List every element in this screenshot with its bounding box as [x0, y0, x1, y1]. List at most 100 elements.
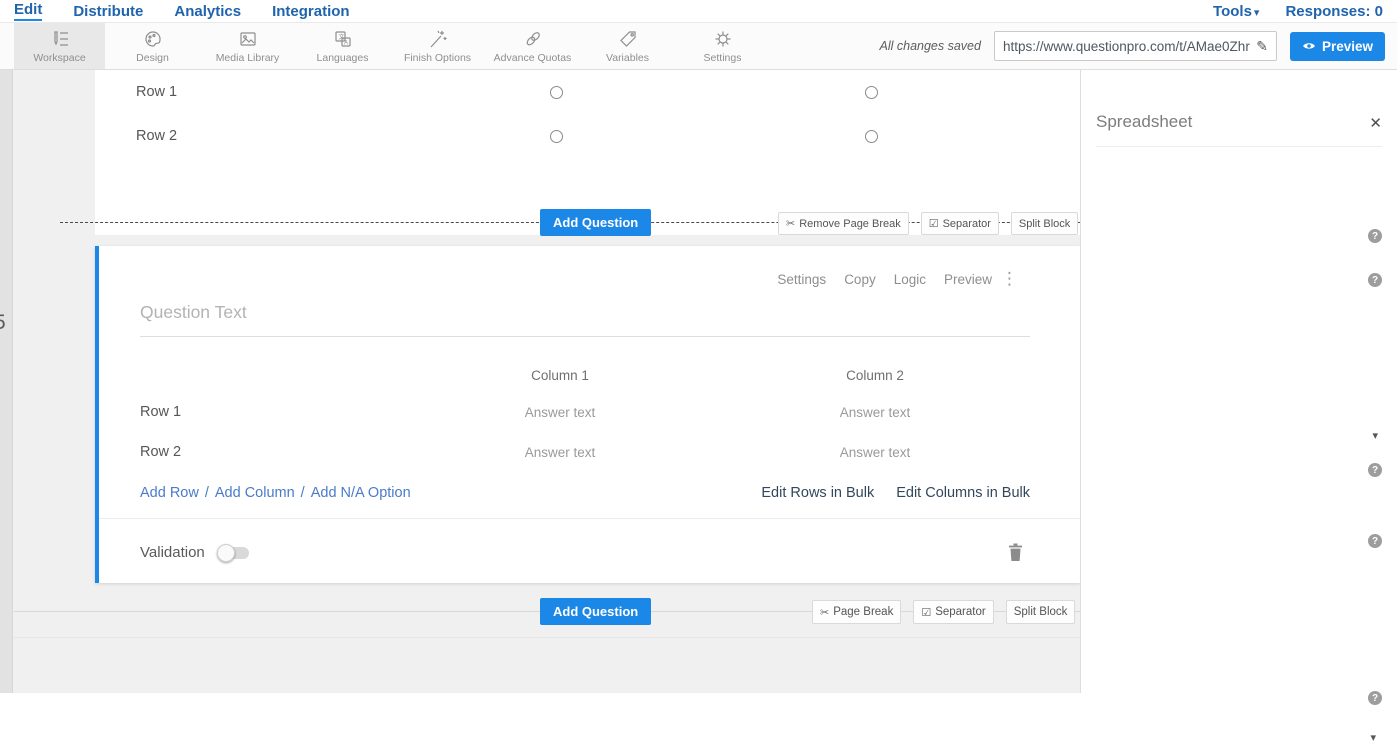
editor-divider — [99, 518, 1080, 519]
answer-text-cell[interactable]: Answer text — [710, 392, 1040, 432]
chevron-down-icon[interactable]: ▾ — [1370, 731, 1376, 744]
save-status: All changes saved — [880, 39, 981, 53]
matrix-row: Row 1 Answer text Answer text — [140, 392, 1040, 432]
toolbar-item-workspace[interactable]: Workspace — [14, 23, 105, 69]
row-label[interactable]: Row 2 — [140, 432, 410, 472]
toolbar-item-variables[interactable]: Variables — [580, 23, 675, 69]
link-icon — [522, 29, 544, 50]
radio-button[interactable] — [865, 86, 878, 99]
question-actions: Settings Copy Logic Preview — [777, 272, 992, 287]
row-label[interactable]: Row 1 — [136, 70, 406, 114]
tab-integration[interactable]: Integration — [272, 3, 350, 20]
validation-toggle[interactable] — [219, 547, 249, 559]
edit-url-icon[interactable]: ✎ — [1256, 38, 1268, 55]
row-label[interactable]: Row 1 — [140, 392, 410, 432]
toolbar-item-design[interactable]: Design — [105, 23, 200, 69]
question-settings-panel: Spreadsheet ✕ Bipolar ? Answer Type ? ✔ … — [1080, 70, 1397, 693]
question-number: 5 — [0, 311, 6, 335]
translate-icon: 文A — [332, 29, 354, 50]
separator-button[interactable]: ☑ Separator — [913, 600, 993, 624]
answer-text-cell[interactable]: Answer text — [710, 432, 1040, 472]
help-icon[interactable]: ? — [1368, 534, 1382, 548]
add-links: Add Row / Add Column / Add N/A Option — [140, 485, 411, 501]
column-header[interactable]: Column 1 — [410, 358, 710, 392]
tag-icon — [617, 29, 639, 50]
responses-count[interactable]: Responses: 0 — [1285, 3, 1383, 20]
matrix-header-row: Column 1 Column 2 — [140, 358, 1040, 392]
top-nav-right: Tools▾ Responses: 0 — [1213, 3, 1397, 20]
kebab-menu-icon[interactable]: ⋮ — [1001, 269, 1018, 289]
delete-question-icon[interactable] — [1008, 543, 1023, 567]
preview-button[interactable]: Preview — [1290, 32, 1385, 61]
remove-page-break-button[interactable]: ✂ Remove Page Break — [778, 212, 909, 235]
help-icon[interactable]: ? — [1368, 273, 1382, 287]
split-block-button[interactable]: Split Block — [1006, 600, 1076, 624]
faint-divider — [14, 637, 1080, 638]
panel-title: Spreadsheet — [1096, 112, 1192, 132]
matrix-table: Column 1 Column 2 Row 1 Answer text Answ… — [140, 358, 1040, 472]
left-edge-strip — [0, 70, 13, 693]
add-row-link[interactable]: Add Row — [140, 485, 199, 501]
chevron-down-icon[interactable]: ▾ — [1372, 429, 1378, 442]
workspace-icon — [49, 29, 71, 50]
bulk-edit-links: Edit Rows in Bulk Edit Columns in Bulk — [761, 485, 1030, 501]
chevron-down-icon: ▾ — [1254, 7, 1260, 19]
help-icon[interactable]: ? — [1368, 691, 1382, 705]
tab-distribute[interactable]: Distribute — [73, 3, 143, 20]
panel-divider — [1096, 146, 1382, 147]
question-text-underline — [140, 336, 1030, 337]
toolbar-item-advance-quotas[interactable]: Advance Quotas — [485, 23, 580, 69]
add-column-link[interactable]: Add Column — [215, 485, 295, 501]
break-controls: ✂ Remove Page Break ☑ Separator Split Bl… — [778, 212, 1078, 235]
question-copy-link[interactable]: Copy — [844, 272, 876, 287]
toolbar-item-finish-options[interactable]: Finish Options — [390, 23, 485, 69]
split-block-button[interactable]: Split Block — [1011, 212, 1078, 235]
matrix-row: Row 2 Answer text Answer text — [140, 432, 1040, 472]
eye-icon — [1302, 41, 1316, 51]
add-na-option-link[interactable]: Add N/A Option — [311, 485, 411, 501]
svg-text:A: A — [344, 40, 348, 46]
close-icon[interactable]: ✕ — [1369, 114, 1382, 132]
design-icon — [142, 29, 164, 50]
tab-edit[interactable]: Edit — [14, 1, 42, 21]
question-logic-link[interactable]: Logic — [894, 272, 926, 287]
help-icon[interactable]: ? — [1368, 229, 1382, 243]
survey-url-value[interactable]: https://www.questionpro.com/t/AMae0Zhr — [1003, 39, 1250, 54]
radio-button[interactable] — [865, 130, 878, 143]
radio-button[interactable] — [550, 130, 563, 143]
add-question-button[interactable]: Add Question — [540, 209, 651, 236]
edit-rows-bulk-link[interactable]: Edit Rows in Bulk — [761, 485, 874, 501]
page-break-icon: ✂ — [820, 606, 829, 619]
question-editor-card: Settings Copy Logic Preview ⋮ Question T… — [95, 246, 1080, 583]
break-controls: ✂ Page Break ☑ Separator Split Block — [812, 600, 1075, 624]
question-text-field[interactable]: Question Text — [140, 302, 247, 323]
column-header[interactable]: Column 2 — [710, 358, 1040, 392]
editor-toolbar: Workspace Design Media Library 文A Langua… — [0, 23, 1397, 70]
edit-columns-bulk-link[interactable]: Edit Columns in Bulk — [896, 485, 1030, 501]
toolbar-item-media-library[interactable]: Media Library — [200, 23, 295, 69]
answer-text-cell[interactable]: Answer text — [410, 432, 710, 472]
separator-button[interactable]: ☑ Separator — [921, 212, 999, 235]
matrix-row: Row 2 — [95, 114, 1080, 158]
help-icon[interactable]: ? — [1368, 463, 1382, 477]
gear-icon — [712, 29, 734, 50]
top-nav: Edit Distribute Analytics Integration To… — [0, 0, 1397, 23]
toolbar-item-languages[interactable]: 文A Languages — [295, 23, 390, 69]
image-icon — [237, 29, 259, 50]
survey-url-field[interactable]: https://www.questionpro.com/t/AMae0Zhr ✎ — [994, 31, 1277, 61]
tab-analytics[interactable]: Analytics — [174, 3, 241, 20]
radio-button[interactable] — [550, 86, 563, 99]
top-nav-tabs: Edit Distribute Analytics Integration — [0, 1, 350, 21]
question-settings-link[interactable]: Settings — [777, 272, 826, 287]
toolbar-item-settings[interactable]: Settings — [675, 23, 770, 69]
tools-menu[interactable]: Tools▾ — [1213, 3, 1259, 20]
validation-label: Validation — [140, 544, 205, 561]
magic-wand-icon — [427, 29, 449, 50]
answer-text-cell[interactable]: Answer text — [410, 392, 710, 432]
add-question-button[interactable]: Add Question — [540, 598, 651, 625]
checkbox-icon: ☑ — [921, 606, 931, 619]
row-label[interactable]: Row 2 — [136, 114, 406, 158]
question-preview-link[interactable]: Preview — [944, 272, 992, 287]
matrix-row: Row 1 — [95, 70, 1080, 114]
page-break-button[interactable]: ✂ Page Break — [812, 600, 901, 624]
